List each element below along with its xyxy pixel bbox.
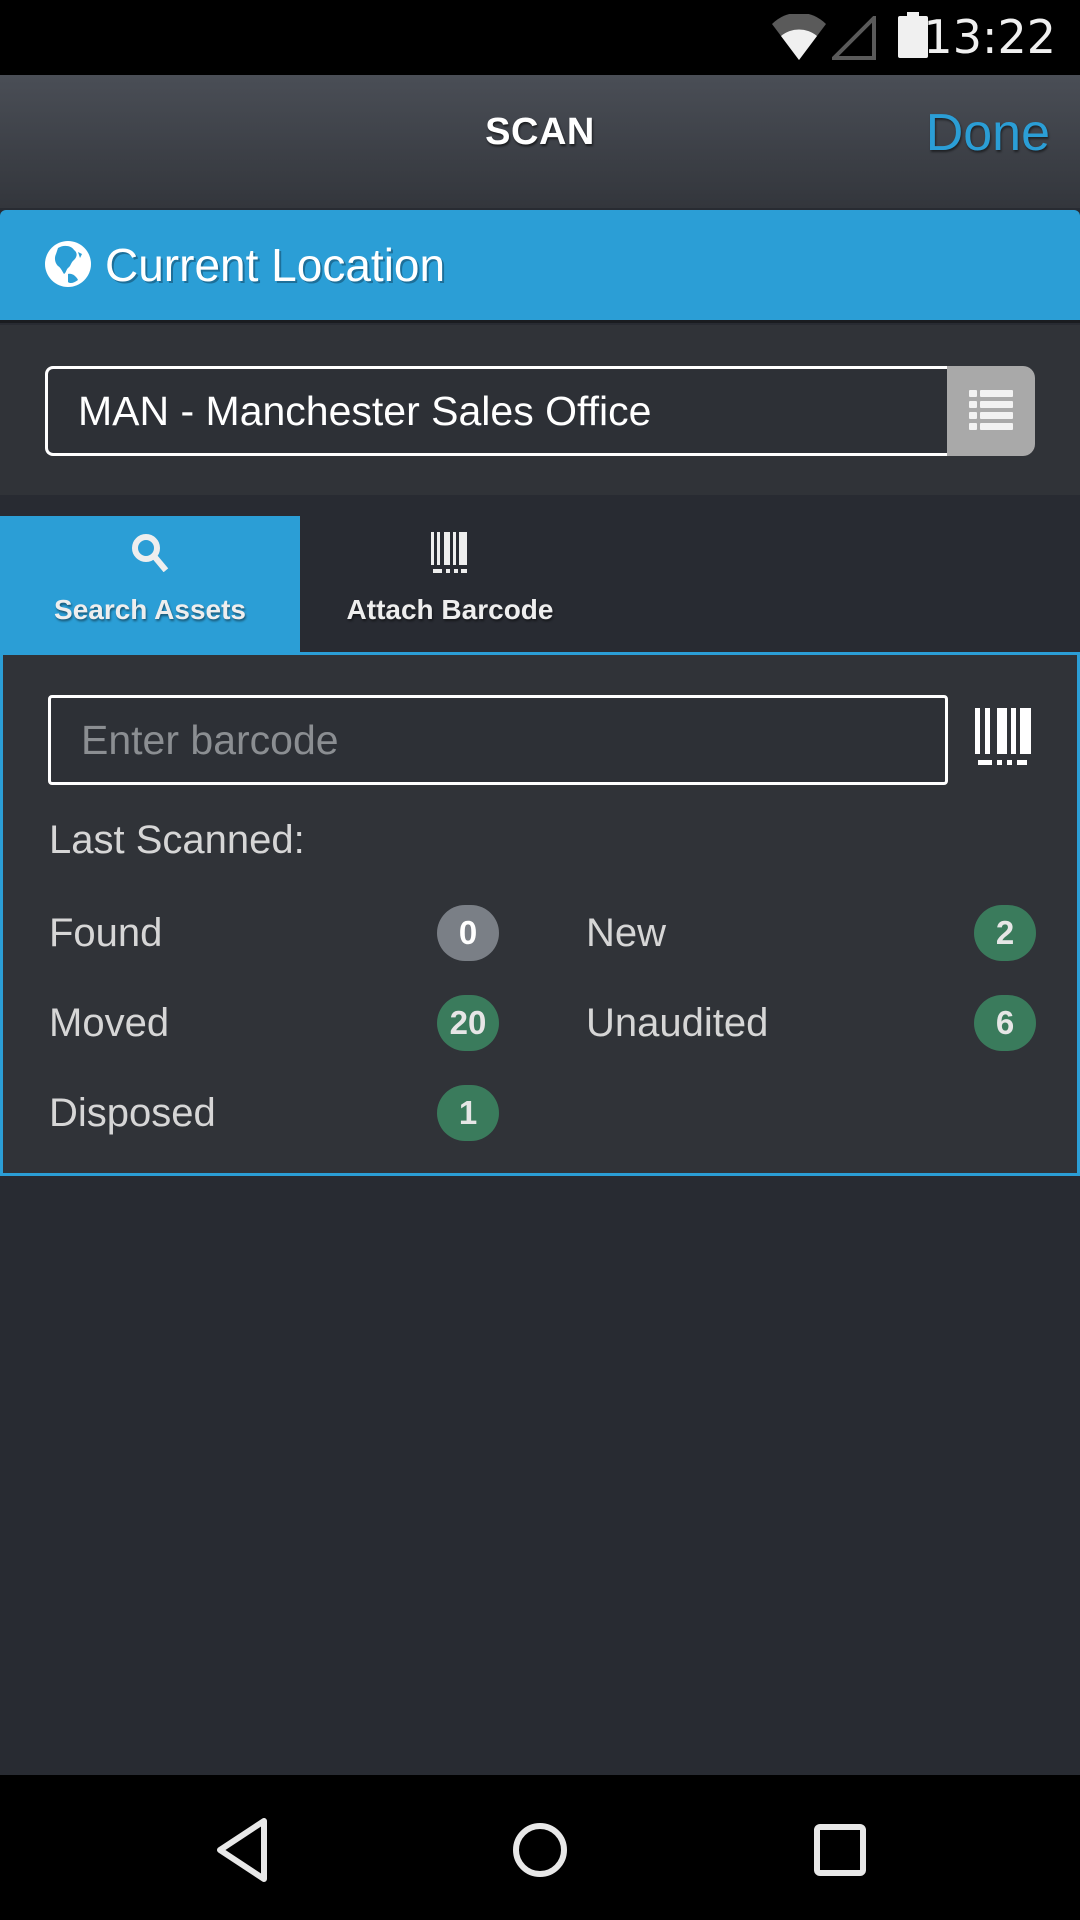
current-location-header: Current Location [0, 210, 1080, 323]
status-time: 13:22 [923, 10, 1056, 64]
scan-barcode-button[interactable] [973, 708, 1033, 772]
stat-disposed: Disposed 1 [49, 1085, 499, 1141]
barcode-input[interactable] [48, 695, 948, 785]
cell-signal-icon [832, 16, 876, 60]
tab-attach-barcode[interactable]: Attach Barcode [300, 516, 600, 654]
location-select[interactable]: MAN - Manchester Sales Office [45, 366, 948, 456]
header: SCAN Done [0, 75, 1080, 208]
stat-moved: Moved 20 [49, 995, 499, 1051]
count-badge: 20 [437, 995, 499, 1051]
stat-label: Disposed [49, 1091, 216, 1135]
stat-unaudited: Unaudited 6 [586, 995, 1036, 1051]
tab-search-assets[interactable]: Search Assets [0, 516, 300, 654]
scan-panel: Last Scanned: Found 0 New 2 Moved 20 Una… [0, 652, 1080, 1176]
location-title: Current Location [105, 239, 446, 291]
stat-label: Unaudited [586, 1001, 769, 1045]
wifi-icon [772, 14, 826, 60]
count-badge: 0 [437, 905, 499, 961]
count-badge: 1 [437, 1085, 499, 1141]
page-title: SCAN [485, 111, 595, 153]
barcode-icon [431, 532, 467, 573]
stat-label: Found [49, 911, 163, 955]
location-list-button[interactable] [947, 366, 1035, 456]
last-scanned-label: Last Scanned: [49, 818, 305, 862]
back-icon[interactable] [206, 1815, 276, 1885]
tab-bar: Search Assets Attach Barcode [0, 495, 1080, 654]
system-nav-bar [0, 1775, 1080, 1920]
count-badge: 2 [974, 905, 1036, 961]
home-icon[interactable] [505, 1815, 575, 1885]
done-button[interactable]: Done [926, 103, 1050, 163]
barcode-icon [975, 708, 1031, 765]
stat-new: New 2 [586, 905, 1036, 961]
stat-label: Moved [49, 1001, 170, 1045]
tab-label: Attach Barcode [346, 594, 554, 625]
stat-label: New [586, 911, 667, 955]
tab-label: Search Assets [54, 594, 246, 625]
count-badge: 6 [974, 995, 1036, 1051]
list-icon [969, 390, 1013, 430]
status-bar: 13:22 [0, 0, 1080, 75]
globe-icon [45, 241, 91, 287]
recents-icon[interactable] [805, 1815, 875, 1885]
location-section: MAN - Manchester Sales Office [0, 325, 1080, 495]
stat-found: Found 0 [49, 905, 499, 961]
search-icon [132, 534, 169, 572]
